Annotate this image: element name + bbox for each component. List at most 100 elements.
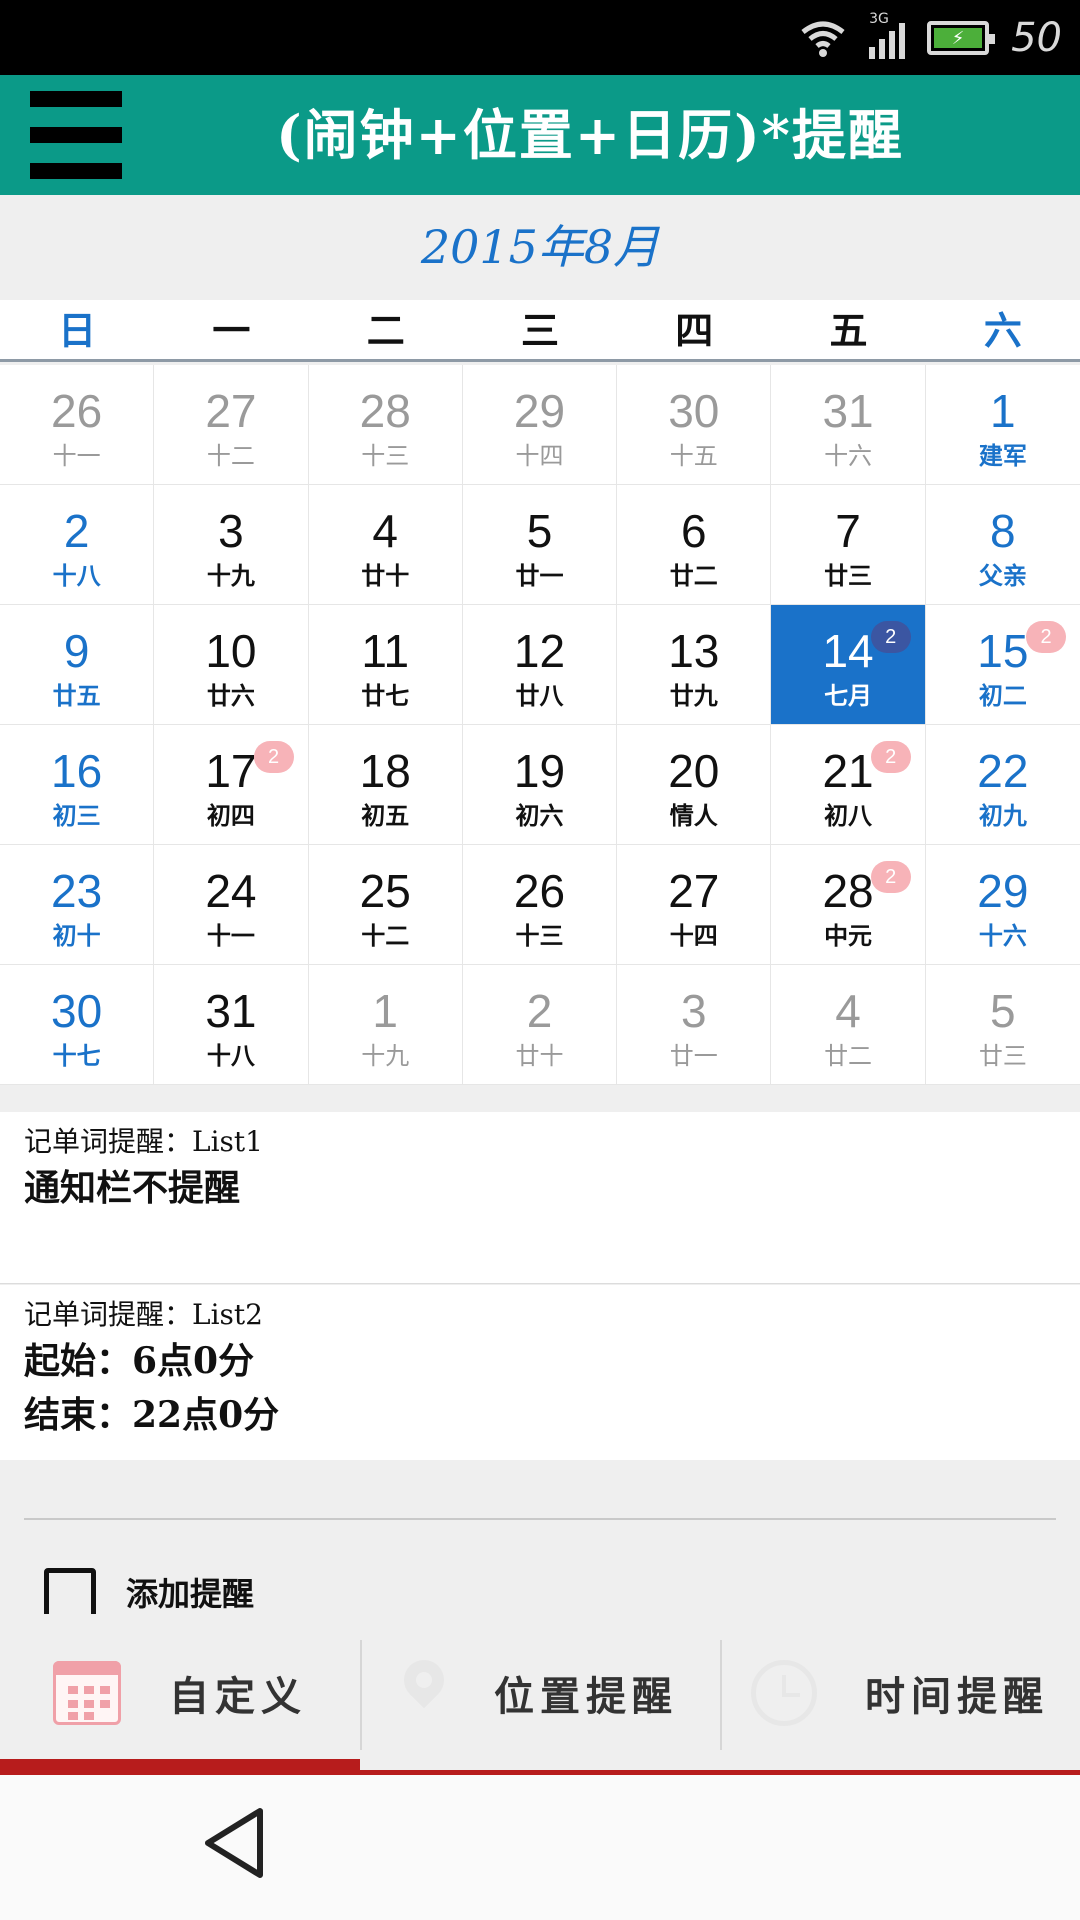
calendar-day[interactable]: 2 十八 xyxy=(0,485,155,605)
calendar-day[interactable]: 30 十五 xyxy=(617,365,772,485)
calendar-day[interactable]: 31 十八 xyxy=(154,965,309,1085)
section-divider xyxy=(24,1518,1056,1520)
calendar-day[interactable]: 1 十九 xyxy=(308,965,463,1085)
back-icon[interactable] xyxy=(200,1803,270,1883)
calendar-day[interactable]: 18 初五 xyxy=(308,725,463,845)
lunar-date: 十四 xyxy=(515,442,564,470)
lunar-date: 七月 xyxy=(824,681,873,710)
lunar-date: 廿二 xyxy=(824,1042,873,1070)
day-number: 7 xyxy=(835,505,861,557)
tab-custom[interactable]: 自定义 xyxy=(0,1630,360,1775)
calendar-day[interactable]: 12 廿八 xyxy=(462,605,618,725)
lunar-date: 十六 xyxy=(824,442,873,470)
weekday-fri: 五 xyxy=(829,308,868,353)
network-type-label: 3G xyxy=(869,11,889,27)
calendar-day[interactable]: 29 十六 xyxy=(925,845,1080,965)
wifi-icon xyxy=(801,21,845,57)
lunar-date: 十四 xyxy=(669,921,718,950)
calendar-day[interactable]: 23 初十 xyxy=(0,845,155,965)
add-reminder-row[interactable]: 添加提醒 xyxy=(44,1568,254,1614)
lunar-date: 初九 xyxy=(978,801,1027,830)
day-number: 23 xyxy=(51,865,103,917)
hamburger-menu-button[interactable] xyxy=(30,89,122,181)
day-number: 27 xyxy=(668,865,720,917)
calendar-day[interactable]: 26 十一 xyxy=(0,365,155,485)
lunar-date: 廿三 xyxy=(824,561,873,590)
lunar-date: 十七 xyxy=(52,1041,101,1070)
reminder-card-list1[interactable]: 记单词提醒：List1 通知栏不提醒 xyxy=(0,1112,1080,1284)
lunar-date: 初五 xyxy=(361,801,410,830)
calendar-icon xyxy=(53,1660,121,1725)
calendar-day[interactable]: 13 廿九 xyxy=(617,605,772,725)
calendar-day[interactable]: 11 廿七 xyxy=(308,605,463,725)
reminder-start-time: 起始：6点0分 xyxy=(24,1340,255,1382)
calendar-day[interactable]: 1 建军 xyxy=(925,365,1080,485)
day-number: 31 xyxy=(822,385,874,437)
weekday-thu: 四 xyxy=(675,308,714,353)
calendar-day[interactable]: 3 十九 xyxy=(154,485,309,605)
calendar-day[interactable]: 29 十四 xyxy=(462,365,618,485)
day-number: 29 xyxy=(513,385,566,437)
calendar-day[interactable]: 15 初二 2 xyxy=(925,605,1080,725)
lunar-date: 十九 xyxy=(206,561,255,590)
day-number: 20 xyxy=(668,745,720,797)
calendar-day[interactable]: 7 廿三 xyxy=(771,485,926,605)
calendar-day[interactable]: 24 十一 xyxy=(154,845,309,965)
day-number: 11 xyxy=(361,625,410,677)
calendar-day[interactable]: 19 初六 xyxy=(462,725,618,845)
calendar-day[interactable]: 27 十二 xyxy=(154,365,309,485)
add-reminder-checkbox[interactable] xyxy=(44,1568,96,1614)
calendar-day[interactable]: 17 初四 2 xyxy=(154,725,309,845)
calendar-day[interactable]: 27 十四 xyxy=(617,845,772,965)
calendar-day[interactable]: 10 廿六 xyxy=(154,605,309,725)
navigation-bar xyxy=(0,1775,1080,1920)
calendar-day[interactable]: 26 十三 xyxy=(462,845,618,965)
calendar-day[interactable]: 4 廿二 xyxy=(771,965,926,1085)
day-number: 19 xyxy=(513,745,566,797)
calendar-day[interactable]: 9 廿五 xyxy=(0,605,155,725)
calendar-day[interactable]: 4 廿十 xyxy=(308,485,463,605)
calendar-day[interactable]: 22 初九 xyxy=(925,725,1080,845)
calendar-day[interactable]: 16 初三 xyxy=(0,725,155,845)
day-number: 4 xyxy=(835,985,861,1037)
calendar-day[interactable]: 28 十三 xyxy=(308,365,463,485)
reminder-detail: 通知栏不提醒 xyxy=(24,1167,241,1209)
day-number: 26 xyxy=(51,385,103,437)
calendar-day[interactable]: 8 父亲 xyxy=(925,485,1080,605)
day-number: 2 xyxy=(63,505,90,557)
tab-location-reminder[interactable]: 位置提醒 xyxy=(360,1630,720,1775)
reminder-card-list2[interactable]: 记单词提醒：List2 起始：6点0分 结束：22点0分 xyxy=(0,1285,1080,1460)
tab-indicator xyxy=(0,1759,360,1775)
calendar-day[interactable]: 2 廿十 xyxy=(462,965,618,1085)
calendar-day[interactable]: 25 十二 xyxy=(308,845,463,965)
calendar-day[interactable]: 5 廿一 xyxy=(462,485,618,605)
calendar-day-today[interactable]: 14 七月 2 xyxy=(771,605,926,725)
lunar-date: 初八 xyxy=(824,801,873,830)
day-number: 24 xyxy=(205,865,257,917)
month-title[interactable]: 2015年8月 xyxy=(0,195,1080,300)
add-reminder-label: 添加提醒 xyxy=(126,1575,255,1613)
calendar-day[interactable]: 3 廿一 xyxy=(617,965,772,1085)
calendar-day[interactable]: 28 中元 2 xyxy=(771,845,926,965)
app-header: (闹钟+位置+日历)*提醒 xyxy=(0,75,1080,195)
tab-label: 时间提醒 xyxy=(865,1672,1049,1720)
calendar-day[interactable]: 30 十七 xyxy=(0,965,155,1085)
calendar-day[interactable]: 31 十六 xyxy=(771,365,926,485)
day-number: 29 xyxy=(977,865,1029,917)
lunar-date: 十六 xyxy=(978,921,1027,950)
calendar-day[interactable]: 6 廿二 xyxy=(617,485,772,605)
status-bar: 3G ⚡ 50 xyxy=(0,0,1080,75)
lunar-date: 十一 xyxy=(52,442,101,470)
day-number: 1 xyxy=(372,985,398,1037)
lunar-date: 中元 xyxy=(824,921,873,950)
lunar-date: 初二 xyxy=(978,681,1027,710)
day-number: 25 xyxy=(359,865,411,917)
calendar-day[interactable]: 5 廿三 xyxy=(925,965,1080,1085)
weekday-sun: 日 xyxy=(58,308,97,353)
calendar-day[interactable]: 20 情人 xyxy=(617,725,772,845)
lunar-date: 父亲 xyxy=(978,561,1027,590)
tab-time-reminder[interactable]: 时间提醒 xyxy=(720,1630,1080,1775)
lunar-date: 廿十 xyxy=(361,561,410,590)
calendar-day[interactable]: 21 初八 2 xyxy=(771,725,926,845)
lunar-date: 十二 xyxy=(206,442,255,470)
